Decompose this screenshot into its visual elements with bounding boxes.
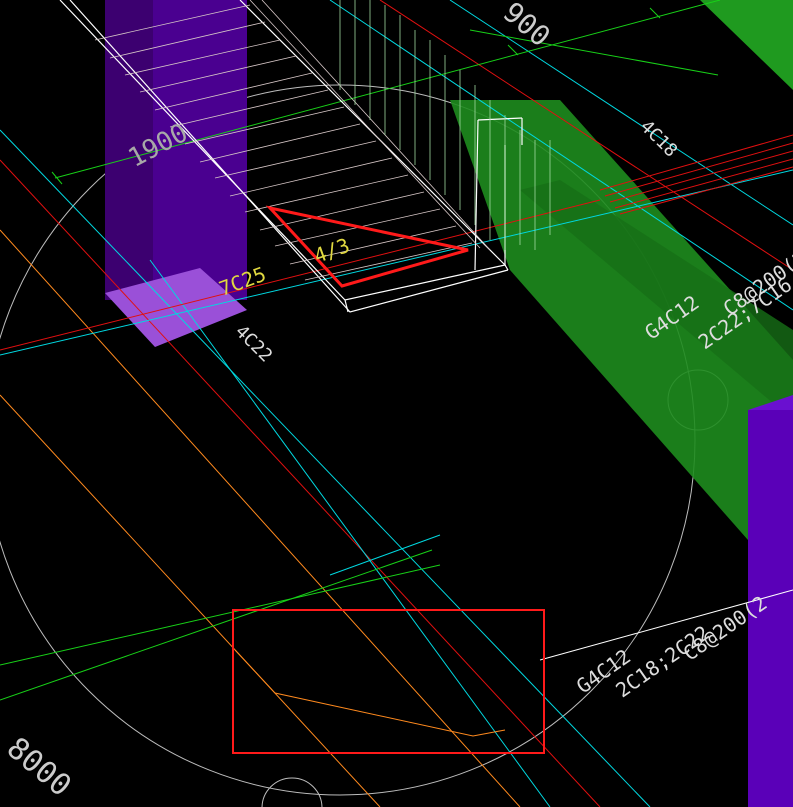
- dim-top-label: 900: [497, 0, 557, 53]
- cad-3d-viewport[interactable]: 900 1900 8000 4C18 4C22 7C25 4/3 C8@200(…: [0, 0, 793, 807]
- rebar-ratio-label: 4/3: [311, 233, 353, 268]
- bottom-ring: [261, 777, 323, 807]
- rebar-label-4c18: 4C18: [636, 116, 682, 162]
- edge-polyline: [234, 649, 506, 737]
- dim-bottom-label: 8000: [0, 731, 78, 804]
- rebar-label-4c22: 4C22: [231, 321, 277, 367]
- model-canvas[interactable]: 900 1900 8000 4C18 4C22 7C25 4/3 C8@200(…: [0, 0, 793, 807]
- green-slab-top: [700, 0, 793, 90]
- highlight-triangle[interactable]: [265, 205, 469, 288]
